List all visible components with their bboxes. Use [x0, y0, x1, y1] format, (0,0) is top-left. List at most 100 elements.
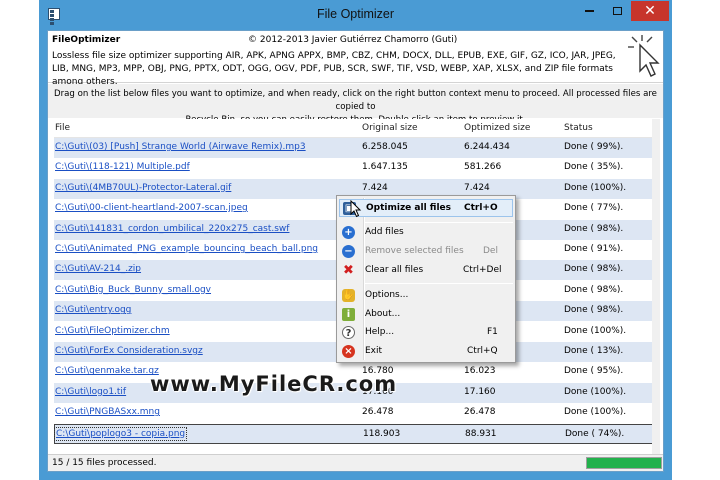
file-list-header: File Original size Optimized size Status	[54, 119, 658, 138]
status-cell: Done (100%).	[564, 386, 627, 397]
status-cell: Done (100%).	[564, 182, 627, 193]
progress-bar	[586, 457, 662, 469]
watermark: www.MyFileCR.com	[150, 372, 398, 396]
file-cell[interactable]: C:\Guti\FileOptimizer.chm	[55, 326, 170, 336]
minimize-icon	[584, 10, 594, 12]
status-cell: Done (100%).	[564, 407, 627, 418]
menu-item-remove-selected-files[interactable]: − Remove selected files Del	[339, 243, 513, 261]
menu-item-label: Optimize all files	[366, 203, 452, 213]
original-size-cell: 1.647.135	[362, 162, 408, 173]
file-list-scrollbar[interactable]	[652, 119, 660, 454]
app-header: FileOptimizer © 2012-2013 Javier Gutiérr…	[48, 31, 663, 87]
status-cell: Done ( 98%).	[564, 284, 624, 295]
options-icon: ✋	[342, 289, 355, 302]
file-cell[interactable]: C:\Guti\(03) [Push] Strange World (Airwa…	[55, 142, 306, 152]
status-cell: Done ( 98%).	[564, 264, 624, 275]
column-header-file[interactable]: File	[55, 123, 70, 133]
status-cell: Done ( 77%).	[564, 203, 624, 214]
status-cell: Done ( 35%).	[564, 162, 624, 173]
menu-item-shortcut: Ctrl+Q	[467, 346, 498, 356]
app-name: FileOptimizer	[52, 35, 121, 45]
title-bar[interactable]: File Optimizer ✕	[39, 0, 672, 30]
original-size-cell: 26.478	[362, 407, 394, 418]
file-cell[interactable]: C:\Guti\ForEx Consideration.svgz	[55, 346, 203, 356]
close-icon: ✕	[644, 3, 656, 19]
maximize-button[interactable]	[603, 1, 631, 21]
instructions-panel: Drag on the list below files you want to…	[48, 84, 663, 125]
add-icon: +	[342, 226, 355, 239]
context-menu: ▣ Optimize all files Ctrl+O + Add files …	[336, 195, 516, 363]
file-cell[interactable]: C:\Guti\entry.ogg	[55, 305, 131, 315]
help-icon: ?	[342, 326, 355, 339]
status-cell: Done ( 99%).	[564, 142, 624, 152]
status-cell: Done ( 95%).	[564, 366, 624, 377]
table-row[interactable]: C:\Guti\(118-121) Multiple.pdf 1.647.135 5…	[54, 158, 658, 178]
file-cell[interactable]: C:\Guti\(118-121) Multiple.pdf	[55, 162, 190, 172]
menu-item-label: Exit	[365, 346, 383, 356]
optimized-size-cell: 16.023	[464, 366, 496, 377]
close-button[interactable]: ✕	[631, 1, 669, 21]
remove-icon: −	[342, 245, 355, 258]
original-size-cell: 118.903	[363, 428, 401, 439]
status-text: 15 / 15 files processed.	[52, 458, 157, 468]
table-row[interactable]: C:\Guti\(03) [Push] Strange World (Airwa…	[54, 138, 658, 158]
menu-item-label: Options...	[365, 290, 409, 300]
optimized-size-cell: 26.478	[464, 407, 496, 418]
status-cell: Done ( 74%).	[565, 428, 625, 439]
column-header-status[interactable]: Status	[564, 123, 593, 133]
status-cell: Done ( 13%).	[564, 346, 624, 356]
optimized-size-cell: 6.244.434	[464, 142, 510, 152]
menu-item-help[interactable]: ? Help... F1	[339, 324, 513, 342]
menu-item-clear-all-files[interactable]: ✖ Clear all files Ctrl+Del	[339, 262, 513, 280]
file-cell[interactable]: C:\Guti\genmake.tar.gz	[55, 366, 159, 376]
file-cell[interactable]: C:\Guti\141831_cordon_umbilical_220x275_…	[55, 224, 289, 234]
menu-item-shortcut: Del	[483, 246, 498, 256]
menu-item-exit[interactable]: × Exit Ctrl+Q	[339, 343, 513, 361]
file-cell[interactable]: C:\Guti\Big_Buck_Bunny_small.ogv	[55, 285, 211, 295]
menu-separator	[365, 283, 513, 284]
table-row[interactable]: C:\Guti\PNGBASxx.mng 26.478 26.478 Done (10…	[54, 403, 658, 423]
menu-item-shortcut: Ctrl+Del	[463, 265, 502, 275]
instructions-line-1: Drag on the list below files you want to…	[54, 89, 657, 112]
status-cell: Done ( 98%).	[564, 223, 624, 234]
menu-separator	[365, 222, 513, 223]
column-header-original-size[interactable]: Original size	[362, 123, 418, 133]
status-cell: Done ( 91%).	[564, 244, 624, 254]
clear-icon: ✖	[343, 263, 354, 278]
maximize-icon	[612, 7, 622, 15]
status-cell: Done (100%).	[564, 325, 627, 336]
optimized-size-cell: 581.266	[464, 162, 502, 173]
menu-item-add-files[interactable]: + Add files	[339, 224, 513, 242]
menu-item-label: Add files	[365, 227, 404, 237]
optimized-size-cell: 7.424	[464, 182, 490, 193]
menu-item-label: Help...	[365, 327, 395, 337]
minimize-button[interactable]	[575, 1, 603, 21]
file-cell[interactable]: C:\Guti\(4MB70UL)-Protector-Lateral.gif	[55, 183, 231, 193]
menu-item-about[interactable]: i About...	[339, 306, 513, 324]
file-cell[interactable]: C:\Guti\AV-214_.zip	[55, 264, 141, 274]
status-bar: 15 / 15 files processed.	[48, 454, 663, 471]
mouse-pointer-icon	[350, 200, 362, 218]
original-size-cell: 7.424	[362, 182, 388, 193]
file-cell[interactable]: C:\Guti\PNGBASxx.mng	[55, 407, 160, 417]
column-header-optimized-size[interactable]: Optimized size	[464, 123, 530, 133]
file-cell[interactable]: C:\Guti\Animated_PNG_example_bouncing_be…	[55, 244, 318, 254]
about-icon: i	[342, 308, 355, 321]
exit-icon: ×	[342, 345, 355, 358]
progress-bar-fill	[587, 458, 661, 468]
table-row[interactable]: C:\Guti\poplogo3 - copia.png 118.903 88.93…	[54, 423, 658, 444]
click-cursor-icon	[628, 35, 660, 77]
menu-item-shortcut: Ctrl+O	[464, 203, 498, 213]
menu-item-shortcut: F1	[487, 327, 498, 337]
original-size-cell: 6.258.045	[362, 142, 408, 152]
file-cell[interactable]: C:\Guti\00-client-heartland-2007-scan.jp…	[55, 203, 248, 213]
file-cell[interactable]: C:\Guti\poplogo3 - copia.png	[54, 426, 188, 441]
menu-item-label: Clear all files	[365, 265, 424, 275]
copyright-text: © 2012-2013 Javier Gutiérrez Chamorro (G…	[248, 35, 458, 45]
menu-item-label: About...	[365, 309, 401, 319]
optimized-size-cell: 17.160	[464, 386, 496, 397]
file-cell[interactable]: C:\Guti\logo1.tif	[55, 387, 126, 397]
menu-item-optimize-all-files[interactable]: ▣ Optimize all files Ctrl+O	[339, 199, 513, 217]
menu-item-options[interactable]: ✋ Options...	[339, 287, 513, 305]
status-cell: Done ( 98%).	[564, 305, 624, 316]
